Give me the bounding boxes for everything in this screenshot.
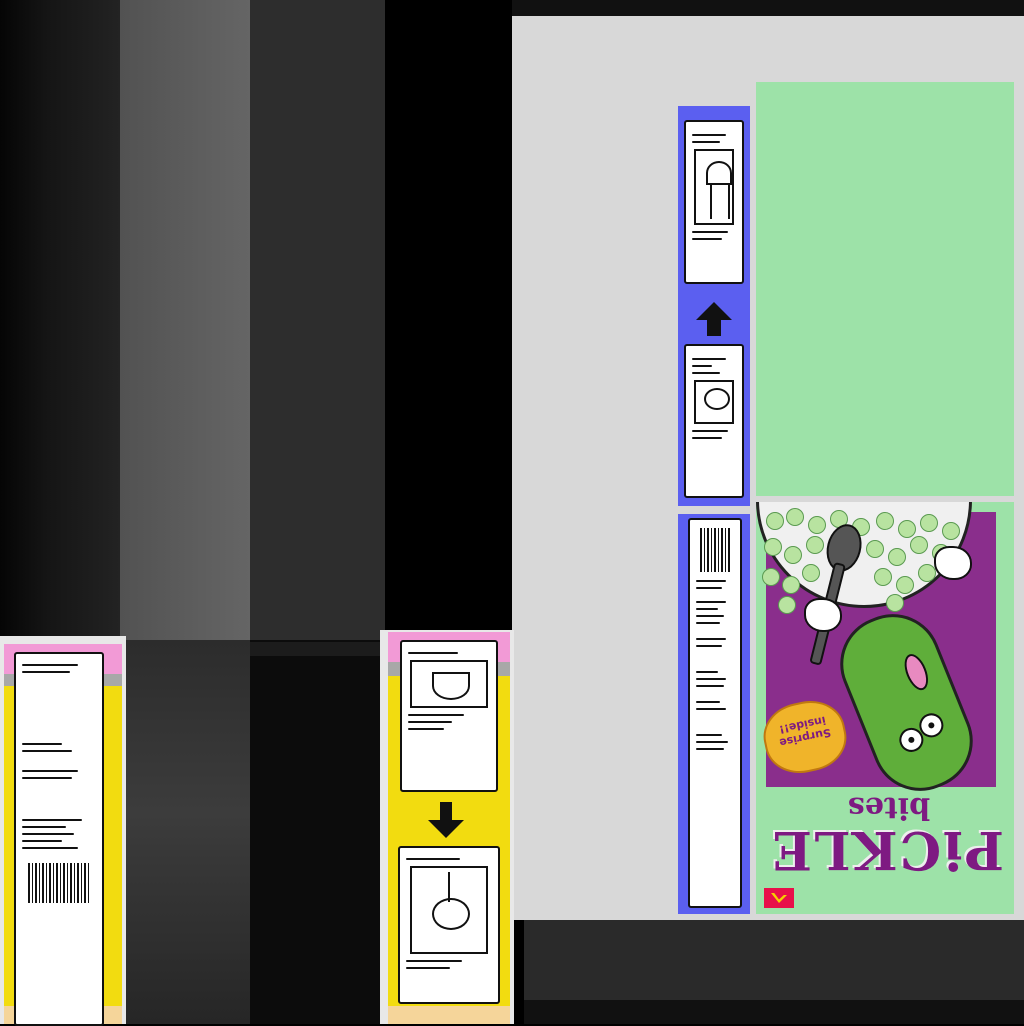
pea bbox=[786, 508, 804, 526]
instruction-illustration-4 bbox=[410, 866, 488, 954]
pea bbox=[876, 512, 894, 530]
surprise-badge-text: Surprise inside!! bbox=[777, 713, 833, 750]
box-side-panel-bottom bbox=[678, 514, 750, 914]
glove-left bbox=[804, 598, 842, 632]
pea bbox=[874, 568, 892, 586]
pea bbox=[942, 522, 960, 540]
pea bbox=[764, 538, 782, 556]
strip-peach-band-2 bbox=[388, 1006, 510, 1024]
box-side-strip-left bbox=[0, 636, 126, 1026]
pea bbox=[896, 576, 914, 594]
pea bbox=[782, 576, 800, 594]
instruction-illustration-2 bbox=[694, 380, 734, 424]
panel-bottom-strip bbox=[524, 920, 1024, 1000]
glove-right bbox=[934, 546, 972, 580]
pea bbox=[766, 512, 784, 530]
box-side-panel-top bbox=[678, 106, 750, 506]
arrow-up-stem bbox=[707, 320, 721, 336]
brand-subtitle: bites bbox=[847, 790, 931, 825]
background-column-gray bbox=[120, 0, 250, 640]
brand-title-block: PiCKLE bites bbox=[770, 790, 1004, 880]
pea bbox=[784, 546, 802, 564]
cereal-box-front: Surprise inside!! PiCKLE bites bbox=[756, 502, 1014, 914]
background-lower-gray bbox=[126, 640, 250, 1024]
pea bbox=[898, 520, 916, 538]
instruction-card-2 bbox=[684, 344, 744, 498]
brand-title: PiCKLE bbox=[770, 819, 1004, 880]
arrow-down-stem bbox=[440, 802, 452, 820]
panel-top-bar bbox=[512, 0, 1024, 16]
instruction-illustration-3 bbox=[410, 660, 488, 708]
pea bbox=[910, 536, 928, 554]
nutrition-card bbox=[688, 518, 742, 908]
background-column-left bbox=[0, 0, 120, 640]
pea bbox=[888, 548, 906, 566]
instruction-card-3 bbox=[400, 640, 498, 792]
barcode-icon bbox=[700, 528, 730, 572]
side-info-card bbox=[14, 652, 104, 1026]
pea bbox=[920, 514, 938, 532]
pea bbox=[802, 564, 820, 582]
mascot-tongue bbox=[899, 650, 933, 694]
pea bbox=[886, 594, 904, 612]
instruction-illustration-1 bbox=[694, 149, 734, 225]
pea bbox=[808, 516, 826, 534]
pea bbox=[866, 540, 884, 558]
brand-logo bbox=[764, 888, 794, 908]
instruction-card-1 bbox=[684, 120, 744, 284]
background-lower-dark bbox=[250, 640, 380, 1024]
panel-bottom-edge bbox=[524, 1000, 1024, 1024]
background-column-dark bbox=[250, 0, 385, 640]
instruction-card-4 bbox=[398, 846, 500, 1004]
box-back-panel bbox=[756, 82, 1014, 496]
pea bbox=[762, 568, 780, 586]
pea bbox=[806, 536, 824, 554]
background-column-black bbox=[385, 0, 512, 640]
pea bbox=[918, 564, 936, 582]
arrow-down-icon bbox=[428, 820, 464, 838]
background-lower-bar bbox=[250, 642, 380, 656]
pea bbox=[778, 596, 796, 614]
barcode-icon bbox=[28, 863, 90, 903]
arrow-up-icon bbox=[696, 302, 732, 320]
box-side-strip-middle bbox=[380, 630, 514, 1024]
